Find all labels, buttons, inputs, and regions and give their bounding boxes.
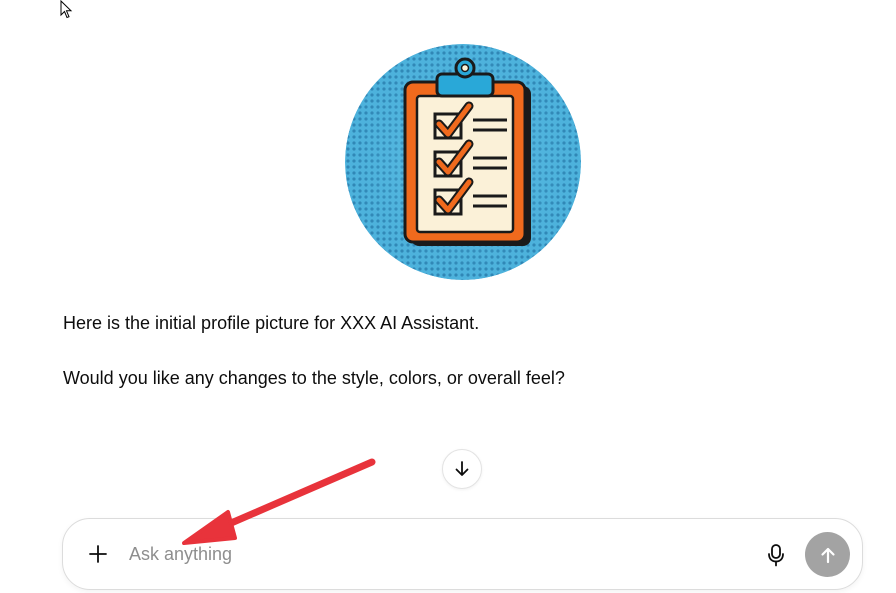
prompt-input[interactable]	[129, 539, 729, 569]
mouse-cursor-icon	[60, 0, 73, 19]
message-line: Would you like any changes to the style,…	[63, 368, 565, 388]
scroll-to-bottom-button[interactable]	[442, 449, 482, 489]
clipboard-checklist-icon	[345, 44, 581, 280]
send-button[interactable]	[805, 532, 850, 577]
voice-input-button[interactable]	[763, 541, 789, 569]
assistant-message: Here is the initial profile picture for …	[63, 310, 823, 391]
message-composer	[62, 518, 863, 590]
chat-page: Here is the initial profile picture for …	[0, 0, 896, 593]
microphone-icon	[768, 544, 784, 567]
add-attachment-button[interactable]	[85, 541, 111, 567]
arrow-down-icon	[455, 461, 469, 476]
assistant-profile-picture	[345, 44, 581, 280]
arrow-up-icon	[820, 547, 835, 563]
message-line: Here is the initial profile picture for …	[63, 313, 480, 333]
plus-icon	[89, 545, 107, 563]
